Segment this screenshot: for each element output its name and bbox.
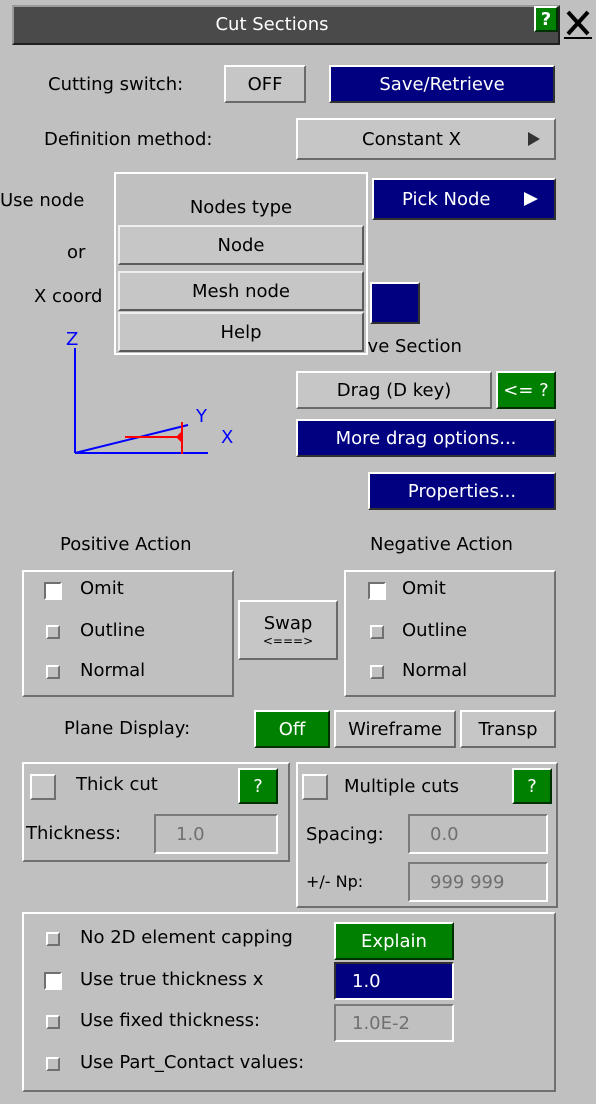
positive-omit-checkbox[interactable] bbox=[44, 582, 62, 600]
spacing-label: Spacing: bbox=[306, 824, 384, 845]
use-fixed-thickness-label: Use fixed thickness: bbox=[80, 1010, 261, 1031]
plane-display-off-button[interactable]: Off bbox=[254, 710, 330, 748]
np-label: +/- Np: bbox=[306, 872, 364, 891]
help-button[interactable]: ? bbox=[534, 6, 558, 32]
true-thickness-input[interactable]: 1.0 bbox=[334, 962, 454, 1000]
negative-normal-label: Normal bbox=[402, 660, 468, 681]
drag-button[interactable]: Drag (D key) bbox=[296, 371, 492, 409]
thickness-value: 1.0 bbox=[176, 823, 205, 845]
swap-label: Swap bbox=[263, 612, 313, 634]
more-drag-options-button[interactable]: More drag options... bbox=[296, 419, 556, 457]
thick-cut-label: Thick cut bbox=[76, 774, 158, 795]
np-value: 999 999 bbox=[430, 871, 505, 893]
no-2d-capping-radio[interactable] bbox=[46, 932, 60, 946]
use-true-thickness-checkbox[interactable] bbox=[44, 972, 62, 990]
cutting-switch-button[interactable]: OFF bbox=[224, 65, 306, 103]
drag-key-button[interactable]: <= ? bbox=[496, 371, 556, 409]
use-part-contact-label: Use Part_Contact values: bbox=[80, 1052, 305, 1073]
thickness-label: Thickness: bbox=[26, 823, 122, 844]
use-part-contact-radio[interactable] bbox=[46, 1057, 60, 1071]
multiple-cuts-label: Multiple cuts bbox=[344, 776, 459, 797]
properties-button[interactable]: Properties... bbox=[368, 472, 556, 510]
positive-omit-label: Omit bbox=[80, 578, 124, 599]
positive-normal-radio[interactable] bbox=[46, 665, 60, 679]
true-thickness-value: 1.0 bbox=[352, 970, 381, 992]
axis-y-label: Y bbox=[196, 406, 207, 427]
or-label: or bbox=[67, 242, 86, 263]
pick-node-label: Pick Node bbox=[402, 188, 491, 210]
plane-display-transp-button[interactable]: Transp bbox=[460, 710, 556, 748]
multiple-cuts-toggle[interactable] bbox=[302, 774, 328, 800]
thickness-input[interactable]: 1.0 bbox=[154, 814, 278, 854]
axis-x-label: X bbox=[221, 427, 234, 448]
x-coord-label: X coord bbox=[34, 286, 103, 307]
positive-action-title: Positive Action bbox=[60, 534, 192, 555]
save-retrieve-button[interactable]: Save/Retrieve bbox=[329, 65, 555, 103]
definition-method-dropdown[interactable]: Constant X bbox=[296, 118, 556, 160]
use-fixed-thickness-radio[interactable] bbox=[46, 1015, 60, 1029]
no-2d-capping-label: No 2D element capping bbox=[80, 927, 293, 948]
negative-normal-radio[interactable] bbox=[370, 665, 384, 679]
x-coord-color-box[interactable] bbox=[370, 282, 420, 324]
explain-button[interactable]: Explain bbox=[334, 922, 454, 960]
use-true-thickness-label: Use true thickness x bbox=[80, 969, 264, 990]
multiple-cuts-help-button[interactable]: ? bbox=[512, 768, 552, 804]
positive-outline-radio[interactable] bbox=[46, 625, 60, 639]
thick-cut-toggle[interactable] bbox=[30, 774, 56, 800]
axis-z-label: Z bbox=[66, 329, 79, 350]
np-input[interactable]: 999 999 bbox=[408, 862, 548, 902]
popup-help-option[interactable]: Help bbox=[118, 312, 364, 352]
pick-node-button[interactable]: Pick Node bbox=[372, 178, 556, 220]
negative-outline-radio[interactable] bbox=[370, 625, 384, 639]
positive-normal-label: Normal bbox=[80, 660, 146, 681]
spacing-input[interactable]: 0.0 bbox=[408, 814, 548, 854]
positive-outline-label: Outline bbox=[80, 620, 146, 641]
negative-omit-label: Omit bbox=[402, 578, 446, 599]
swap-arrow: <===> bbox=[262, 633, 314, 648]
fixed-thickness-value: 1.0E-2 bbox=[352, 1012, 410, 1034]
definition-method-label: Definition method: bbox=[44, 129, 213, 150]
definition-method-value: Constant X bbox=[362, 128, 461, 150]
cutting-switch-label: Cutting switch: bbox=[48, 74, 184, 95]
fixed-thickness-input[interactable]: 1.0E-2 bbox=[334, 1004, 454, 1042]
spacing-value: 0.0 bbox=[430, 823, 459, 845]
negative-action-title: Negative Action bbox=[370, 534, 513, 555]
negative-omit-checkbox[interactable] bbox=[368, 582, 386, 600]
plane-display-wireframe-button[interactable]: Wireframe bbox=[334, 710, 456, 748]
thick-cut-help-button[interactable]: ? bbox=[238, 768, 278, 804]
plane-display-label: Plane Display: bbox=[64, 718, 191, 739]
window-title: Cut Sections bbox=[215, 14, 329, 35]
popup-mesh-node-option[interactable]: Mesh node bbox=[118, 271, 364, 311]
popup-node-option[interactable]: Node bbox=[118, 225, 364, 265]
pick-node-arrow-icon bbox=[524, 192, 538, 206]
negative-outline-label: Outline bbox=[402, 620, 468, 641]
swap-button[interactable]: Swap <===> bbox=[238, 600, 338, 660]
use-node-label: Use node bbox=[0, 190, 85, 211]
close-icon[interactable] bbox=[562, 4, 594, 40]
nodes-type-title: Nodes type bbox=[189, 197, 293, 218]
dropdown-arrow-icon bbox=[528, 132, 540, 146]
